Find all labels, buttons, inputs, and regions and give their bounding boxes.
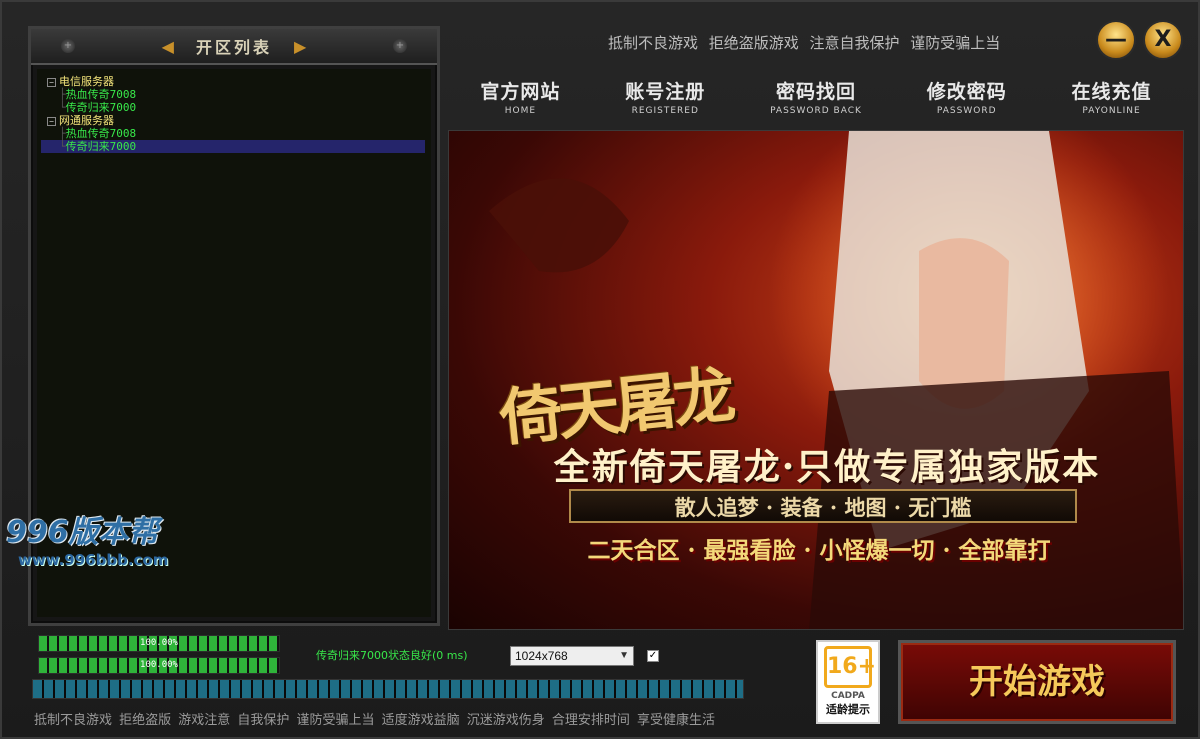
tree-item-server[interactable]: └传奇归来7000 [41, 101, 427, 114]
rivet-icon: + [393, 39, 407, 53]
watermark-main: 996版本帮 [6, 515, 159, 550]
banner-sub-slogan-2: 二天合区 · 最强看脸 · 小怪爆一切 · 全部靠打 [587, 537, 1051, 564]
tree-item-server[interactable]: ├热血传奇7008 [41, 127, 427, 140]
nav-home[interactable]: 官方网站 HOME [480, 77, 560, 116]
tree-item-server[interactable]: ├热血传奇7008 [41, 88, 427, 101]
server-list-title: 开区列表 [195, 38, 272, 57]
nav-register[interactable]: 账号注册 REGISTERED [625, 77, 705, 116]
watermark-logo: 996版本帮 www.996bbb.com [6, 507, 168, 569]
server-status: 传奇归来7000状态良好(0 ms) [316, 649, 468, 662]
tree-group-telecom[interactable]: − 电信服务器 [41, 75, 427, 88]
health-ticker: 抵制不良游戏 拒绝盗版 游戏注意 自我保护 谨防受骗上当 适度游戏益脑 沉迷游戏… [34, 713, 716, 728]
download-progress-bar [32, 679, 744, 699]
nav-pay-online[interactable]: 在线充值 PAYONLINE [1072, 77, 1152, 116]
minimize-button[interactable]: — [1096, 20, 1136, 60]
arrow-left-icon[interactable]: ◀ [162, 37, 174, 56]
collapse-icon[interactable]: − [47, 77, 56, 87]
age-rating-tip: 适龄提示 [826, 703, 870, 716]
arrow-right-icon[interactable]: ▶ [294, 37, 306, 56]
server-list-header: + ◀ 开区列表 ▶ + [31, 29, 437, 65]
nav-password-back[interactable]: 密码找回 PASSWORD BACK [770, 77, 862, 116]
promo-banner[interactable]: 倚天屠龙 全新倚天屠龙·只做专属独家版本 散人追梦 · 装备 · 地图 · 无门… [448, 130, 1184, 630]
collapse-icon[interactable]: − [47, 116, 56, 126]
nav-change-password[interactable]: 修改密码 PASSWORD [927, 77, 1007, 116]
age-rating-badge: 16+ CADPA 适龄提示 [816, 640, 880, 724]
dragon-shape [489, 178, 629, 273]
banner-sub-slogan: 散人追梦 · 装备 · 地图 · 无门槛 [569, 489, 1077, 523]
tree-group-netcom[interactable]: − 网通服务器 [41, 114, 427, 127]
watermark-url: www.996bbb.com [18, 551, 169, 569]
resolution-select[interactable]: 1024x768 ▼ [510, 646, 634, 666]
progress-bar-current: 100.00% [38, 635, 280, 652]
rivet-icon: + [61, 39, 75, 53]
tree-item-server-selected[interactable]: └传奇归来7000 [41, 140, 425, 153]
banner-slogan: 全新倚天屠龙·只做专属独家版本 [553, 446, 1101, 488]
chevron-down-icon[interactable]: ▼ [619, 647, 629, 665]
launcher-window: + ◀ 开区列表 ▶ + − 电信服务器 ├热血传奇7008 └传奇归来7000 … [0, 0, 1200, 739]
progress-bar-total: 100.00% [38, 657, 280, 674]
health-notice: 抵制不良游戏 拒绝盗版游戏 注意自我保护 谨防受骗上当 [608, 34, 1001, 52]
windowed-checkbox[interactable]: ✓ [647, 650, 659, 662]
start-game-button[interactable]: 开始游戏 [898, 640, 1176, 724]
age-rating-org: CADPA [831, 691, 865, 701]
close-button[interactable]: X [1143, 20, 1183, 60]
top-nav: 官方网站 HOME 账号注册 REGISTERED 密码找回 PASSWORD … [448, 70, 1184, 122]
age-rating-number: 16+ [824, 646, 876, 688]
